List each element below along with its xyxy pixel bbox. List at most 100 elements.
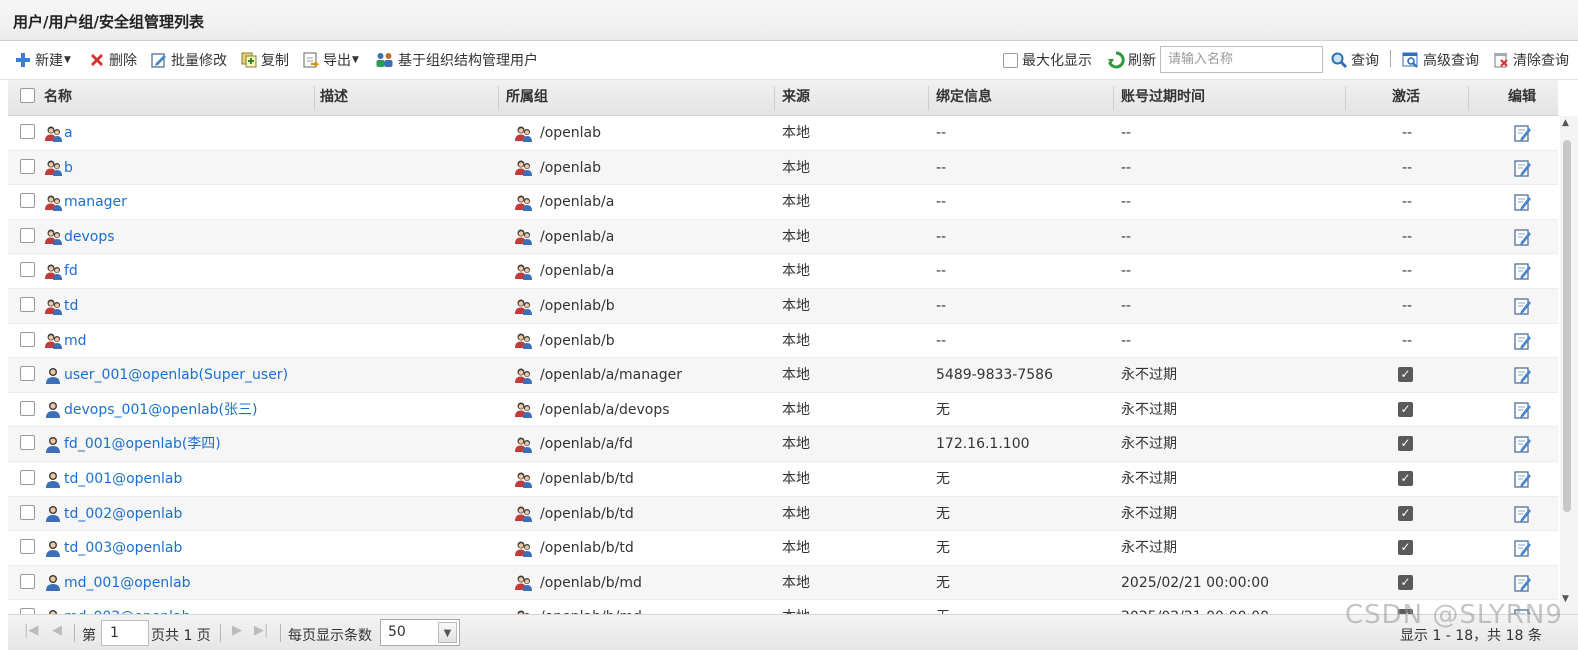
row-checkbox[interactable]: [20, 366, 35, 382]
refresh-button[interactable]: 刷新: [1107, 50, 1156, 70]
row-checkbox[interactable]: [20, 539, 35, 555]
column-header-binding[interactable]: 绑定信息: [936, 80, 992, 116]
first-page-icon[interactable]: |◀: [24, 623, 38, 638]
row-name-link[interactable]: fd_001@openlab(李四): [44, 427, 221, 461]
table-row[interactable]: fd/openlab/a 本地 -- -- --: [8, 254, 1558, 289]
query-button[interactable]: 查询: [1330, 50, 1379, 70]
row-checkbox[interactable]: [20, 435, 35, 451]
row-checkbox[interactable]: [20, 470, 35, 485]
column-divider[interactable]: [1468, 86, 1469, 110]
edit-icon[interactable]: [1513, 573, 1533, 593]
row-name-link[interactable]: a: [44, 116, 73, 150]
org-manage-button[interactable]: 基于组织结构管理用户: [374, 50, 538, 70]
row-name-link[interactable]: td_003@openlab: [44, 531, 182, 565]
column-divider[interactable]: [314, 86, 315, 110]
row-checkbox[interactable]: [20, 297, 35, 312]
maximize-toggle[interactable]: 最大化显示: [1003, 50, 1092, 70]
scroll-up-icon[interactable]: ▲: [1562, 118, 1569, 128]
active-checkbox-checked[interactable]: ✓: [1398, 540, 1413, 556]
column-divider[interactable]: [928, 86, 929, 110]
column-divider[interactable]: [498, 86, 499, 110]
edit-icon[interactable]: [1513, 192, 1533, 212]
active-checkbox-checked[interactable]: ✓: [1398, 436, 1413, 452]
table-row[interactable]: fd_001@openlab(李四) /openlab/a/fd 本地 172.16.…: [8, 427, 1558, 462]
export-button[interactable]: 导出 ▼: [302, 50, 359, 70]
table-row[interactable]: a/openlab 本地 -- -- --: [8, 116, 1558, 151]
table-row[interactable]: td_002@openlab/openlab/b/td 本地 无 永不过期 ✓: [8, 496, 1558, 532]
active-checkbox-checked[interactable]: ✓: [1398, 401, 1413, 417]
column-divider[interactable]: [774, 86, 775, 110]
edit-icon[interactable]: [1513, 331, 1533, 351]
scroll-down-icon[interactable]: ▼: [1562, 594, 1569, 604]
page-number-input[interactable]: 1: [101, 620, 149, 646]
edit-icon[interactable]: [1513, 123, 1533, 143]
edit-icon[interactable]: [1513, 261, 1533, 281]
row-checkbox[interactable]: [20, 331, 35, 347]
active-checkbox-checked[interactable]: ✓: [1398, 505, 1413, 521]
next-page-icon[interactable]: ▶: [232, 623, 242, 638]
vertical-scrollbar[interactable]: ▲ ▼: [1560, 116, 1578, 616]
last-page-icon[interactable]: ▶|: [254, 623, 268, 638]
new-button[interactable]: 新建 ▼: [14, 50, 71, 70]
column-header-group[interactable]: 所属组: [506, 80, 548, 116]
row-name-link[interactable]: md: [44, 324, 87, 358]
row-name-link[interactable]: manager: [44, 185, 127, 219]
row-name-link[interactable]: user_001@openlab(Super_user): [44, 358, 288, 392]
row-checkbox[interactable]: [20, 124, 35, 139]
row-name-link[interactable]: fd: [44, 254, 78, 288]
column-divider[interactable]: [1345, 86, 1346, 110]
edit-icon[interactable]: [1513, 400, 1533, 420]
table-row[interactable]: md_001@openlab/openlab/b/md 本地 无 2025/02/21…: [8, 565, 1558, 601]
search-input[interactable]: [1160, 46, 1323, 73]
row-checkbox[interactable]: [20, 400, 35, 416]
advanced-query-button[interactable]: 高级查询: [1402, 50, 1479, 70]
table-row[interactable]: td_001@openlab/openlab/b/td 本地 无 永不过期 ✓: [8, 462, 1558, 497]
row-name-link[interactable]: md_001@openlab: [44, 566, 191, 600]
batch-edit-button[interactable]: 批量修改: [150, 50, 227, 70]
table-row[interactable]: user_001@openlab(Super_user) /openlab/a/m…: [8, 358, 1558, 393]
table-row[interactable]: devops/openlab/a 本地 -- -- --: [8, 219, 1558, 255]
delete-button[interactable]: 删除: [88, 50, 137, 70]
per-page-select[interactable]: 50 ▼: [380, 619, 460, 646]
chevron-down-icon[interactable]: ▼: [438, 622, 457, 643]
row-checkbox[interactable]: [20, 158, 35, 174]
column-header-active[interactable]: 激活: [1392, 80, 1420, 116]
copy-button[interactable]: 复制: [240, 50, 289, 70]
scrollbar-thumb[interactable]: [1563, 140, 1571, 512]
edit-icon[interactable]: [1513, 504, 1533, 524]
active-checkbox-checked[interactable]: ✓: [1398, 471, 1413, 486]
row-name-link[interactable]: td_002@openlab: [44, 497, 182, 531]
column-header-source[interactable]: 来源: [782, 80, 810, 116]
column-header-edit[interactable]: 编辑: [1508, 80, 1536, 116]
row-checkbox[interactable]: [20, 193, 35, 209]
active-checkbox-checked[interactable]: ✓: [1398, 574, 1413, 590]
row-name-link[interactable]: devops: [44, 220, 115, 254]
row-name-link[interactable]: b: [44, 151, 73, 185]
edit-icon[interactable]: [1513, 227, 1533, 247]
row-name-link[interactable]: devops_001@openlab(张三): [44, 393, 257, 427]
select-all-checkbox[interactable]: [20, 88, 35, 103]
row-checkbox[interactable]: [20, 504, 35, 520]
table-row[interactable]: manager/openlab/a 本地 -- -- --: [8, 185, 1558, 220]
table-row[interactable]: b/openlab 本地 -- -- --: [8, 150, 1558, 186]
column-header-expiry[interactable]: 账号过期时间: [1121, 80, 1205, 116]
clear-query-button[interactable]: 清除查询: [1492, 50, 1569, 70]
table-row[interactable]: md/openlab/b 本地 -- -- --: [8, 323, 1558, 359]
edit-icon[interactable]: [1513, 158, 1533, 178]
table-row[interactable]: devops_001@openlab(张三) /openlab/a/devops 本…: [8, 392, 1558, 428]
maximize-checkbox[interactable]: [1003, 52, 1018, 68]
edit-icon[interactable]: [1513, 434, 1533, 454]
edit-icon[interactable]: [1513, 469, 1533, 489]
table-row[interactable]: td/openlab/b 本地 -- -- --: [8, 289, 1558, 324]
edit-icon[interactable]: [1513, 538, 1533, 558]
table-row[interactable]: td_003@openlab/openlab/b/td 本地 无 永不过期 ✓: [8, 531, 1558, 566]
row-name-link[interactable]: td_001@openlab: [44, 462, 182, 496]
row-checkbox[interactable]: [20, 262, 35, 278]
column-header-name[interactable]: 名称: [44, 80, 72, 116]
row-checkbox[interactable]: [20, 227, 35, 243]
row-name-link[interactable]: td: [44, 289, 78, 323]
row-checkbox[interactable]: [20, 573, 35, 589]
column-divider[interactable]: [1113, 86, 1114, 110]
prev-page-icon[interactable]: ◀: [52, 623, 62, 638]
edit-icon[interactable]: [1513, 296, 1533, 316]
